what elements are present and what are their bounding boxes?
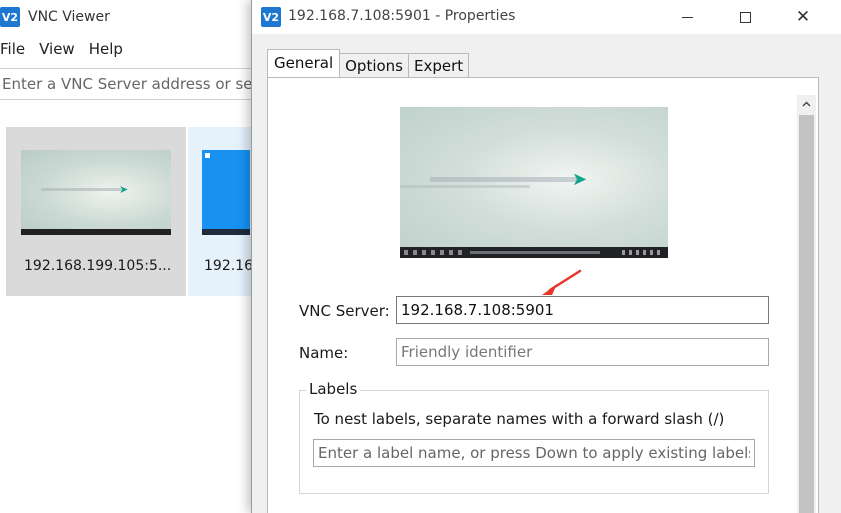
labels-hint: To nest labels, separate names with a fo…	[314, 410, 725, 428]
vertical-scrollbar[interactable]	[797, 95, 816, 513]
thumbnail-taskbar	[202, 229, 250, 235]
scroll-thumb[interactable]	[799, 115, 814, 513]
tab-bar: General Options Expert	[267, 49, 470, 77]
bird-icon: ➤	[119, 183, 129, 196]
thumbnail-streak	[41, 188, 121, 191]
dialog-titlebar[interactable]: V2 192.168.7.108:5901 - Properties ✕	[252, 0, 841, 34]
bird-icon: ➤	[572, 169, 588, 190]
close-button[interactable]: ✕	[780, 0, 826, 34]
vnc-logo-icon: V2	[0, 7, 20, 27]
tab-general[interactable]: General	[267, 49, 341, 77]
connection-thumbnail: ➤	[21, 150, 171, 235]
preview-taskbar	[400, 247, 668, 258]
minimize-icon	[681, 16, 693, 18]
minimize-button[interactable]	[664, 0, 710, 34]
connection-thumbnail	[202, 150, 250, 235]
label-input[interactable]	[313, 439, 755, 467]
close-icon: ✕	[795, 6, 811, 27]
scroll-up-button[interactable]	[797, 95, 816, 113]
vnc-server-label: VNC Server:	[299, 302, 390, 320]
connection-tile-label: 192.16	[204, 258, 253, 274]
vnc-server-input[interactable]	[396, 296, 769, 324]
menu-help[interactable]: Help	[89, 40, 123, 58]
preview-streak	[400, 185, 530, 188]
maximize-icon	[739, 11, 751, 23]
menubar: File View Help	[0, 36, 137, 62]
name-input[interactable]	[396, 338, 769, 366]
properties-dialog: V2 192.168.7.108:5901 - Properties ✕ Gen…	[251, 0, 841, 513]
maximize-button[interactable]	[722, 0, 768, 34]
menu-view[interactable]: View	[39, 40, 75, 58]
dialog-title: 192.168.7.108:5901 - Properties	[288, 8, 516, 24]
desktop-preview-image: ➤	[400, 107, 668, 258]
taskbar-icons	[404, 250, 464, 255]
preview-streak	[430, 177, 580, 182]
connection-tile[interactable]: ➤ 192.168.199.105:5...	[6, 127, 186, 296]
labels-groupbox: Labels To nest labels, separate names wi…	[299, 380, 769, 494]
main-titlebar: V2 VNC Viewer	[0, 0, 260, 34]
labels-legend: Labels	[306, 380, 361, 398]
taskbar-text	[470, 251, 600, 254]
thumbnail-taskbar	[21, 229, 171, 235]
vnc-logo-icon: V2	[261, 7, 281, 27]
red-arrow-icon	[542, 269, 582, 295]
tab-expert[interactable]: Expert	[408, 53, 470, 77]
general-tab-panel: ➤ VNC Server: Name: Labels To nest label…	[267, 77, 819, 513]
name-label: Name:	[299, 344, 349, 362]
address-search-input[interactable]: Enter a VNC Server address or sear	[0, 68, 260, 100]
main-window-title: VNC Viewer	[28, 9, 110, 25]
chevron-up-icon	[802, 101, 811, 107]
taskbar-tray	[622, 250, 662, 255]
desktop-icon	[205, 153, 210, 158]
tab-options[interactable]: Options	[339, 53, 410, 77]
connection-tile-label: 192.168.199.105:5...	[24, 258, 172, 274]
connection-tile[interactable]: 192.16	[188, 127, 260, 296]
menu-file[interactable]: File	[0, 40, 25, 58]
